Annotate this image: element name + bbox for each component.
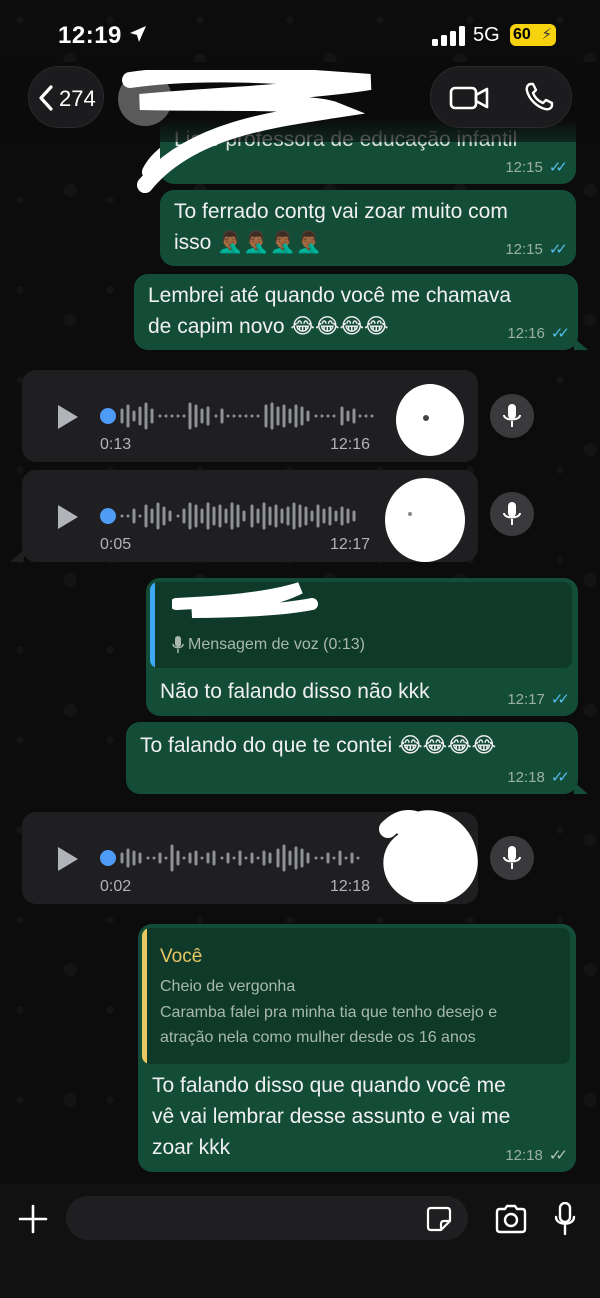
message-time: 12:15 xyxy=(505,241,543,258)
call-actions-overlay xyxy=(430,66,572,128)
message-time: 12:16 xyxy=(507,325,545,342)
battery-level: 60 xyxy=(513,26,531,43)
quote-accent-bar xyxy=(142,928,147,1064)
message-time: 12:17 xyxy=(507,691,545,708)
mic-icon xyxy=(503,846,521,869)
avatar-redaction-scribble xyxy=(385,478,465,562)
phone-icon[interactable] xyxy=(523,81,555,113)
quoted-sender-redaction xyxy=(172,582,318,618)
message-input[interactable] xyxy=(66,1196,468,1240)
message-meta: 12:15 ✓✓ xyxy=(505,240,568,258)
quoted-author: Você xyxy=(160,946,203,967)
read-ticks-icon: ✓✓ xyxy=(548,159,568,176)
message-meta: 12:18 ✓✓ xyxy=(505,1146,568,1164)
voice-duration: 0:13 xyxy=(100,436,132,453)
mic-badge xyxy=(490,836,534,880)
status-time: 12:19 xyxy=(58,22,122,49)
delivered-ticks-icon: ✓✓ xyxy=(548,1147,568,1164)
playback-position-dot[interactable] xyxy=(100,408,116,424)
voice-duration: 0:02 xyxy=(100,878,132,895)
message-time: 12:18 xyxy=(507,769,545,786)
message-time: 12:18 xyxy=(505,1147,543,1164)
plus-icon[interactable] xyxy=(18,1204,48,1234)
avatar-redaction-scribble xyxy=(379,810,478,902)
message-text-line: isso 🤦🏾‍♂️🤦🏾‍♂️🤦🏾‍♂️🤦🏾‍♂️ xyxy=(174,231,322,254)
camera-icon[interactable] xyxy=(494,1204,528,1234)
read-ticks-icon: ✓✓ xyxy=(548,241,568,258)
message-meta: 12:15 ✓✓ xyxy=(505,158,568,176)
message-meta: 12:17 ✓✓ xyxy=(507,690,570,708)
voice-waveform[interactable] xyxy=(118,500,368,532)
quoted-text-line: Cheio de vergonha xyxy=(160,978,296,995)
message-bubble-outgoing[interactable]: Você Cheio de vergonha Caramba falei pra… xyxy=(138,924,576,1172)
sticker-icon[interactable] xyxy=(426,1206,452,1232)
quoted-text-line: Caramba falei pra minha tia que tenho de… xyxy=(160,1004,498,1021)
voice-message-bubble[interactable]: 0:02 12:18 xyxy=(22,810,478,904)
message-time: 12:16 xyxy=(330,436,371,453)
voice-waveform[interactable] xyxy=(118,842,368,874)
read-ticks-icon: ✓✓ xyxy=(550,691,570,708)
quote-accent-bar xyxy=(150,582,155,668)
message-time: 12:18 xyxy=(330,878,371,895)
network-type: 5G xyxy=(473,24,500,46)
mic-icon xyxy=(503,502,521,525)
location-arrow-icon xyxy=(130,26,146,42)
voice-waveform[interactable] xyxy=(118,400,378,432)
charging-bolt-icon: ⚡ xyxy=(541,26,552,43)
message-text: Não to falando disso não kkk xyxy=(160,680,430,703)
avatar-redaction-scribble xyxy=(396,384,464,456)
quoted-text: Mensagem de voz (0:13) xyxy=(188,636,365,653)
video-call-icon[interactable] xyxy=(449,83,489,113)
play-icon[interactable] xyxy=(56,504,80,530)
status-bar: 12:19 5G 60 ⚡ xyxy=(0,0,600,62)
read-ticks-icon: ✓✓ xyxy=(550,769,570,786)
mic-icon xyxy=(172,636,184,653)
play-icon[interactable] xyxy=(56,404,80,430)
back-button-overlay[interactable]: 274 xyxy=(28,66,104,128)
message-text-line: To ferrado contg vai zoar muito com xyxy=(174,200,508,223)
message-text-line: Lembrei até quando você me chamava xyxy=(148,284,512,307)
voice-message-bubble[interactable]: 0:05 12:17 xyxy=(22,470,478,562)
message-meta: 12:18 ✓✓ xyxy=(507,768,570,786)
message-meta: 12:16 ✓✓ xyxy=(507,324,570,342)
message-text-line: de capim novo 😂😂😂😂 xyxy=(148,315,389,338)
message-bubble-outgoing[interactable]: Mensagem de voz (0:13) Não to falando di… xyxy=(146,578,578,716)
mic-icon xyxy=(503,404,521,427)
bubble-tail xyxy=(574,338,588,350)
bubble-tail xyxy=(574,782,588,794)
read-ticks-icon: ✓✓ xyxy=(550,325,570,342)
message-time: 12:17 xyxy=(330,536,371,553)
battery-indicator: 60 ⚡ xyxy=(510,24,556,46)
playback-position-dot[interactable] xyxy=(100,508,116,524)
message-bubble-outgoing[interactable]: To falando do que te contei 😂😂😂😂 12:18 ✓✓ xyxy=(126,722,578,794)
message-time: 12:15 xyxy=(505,159,543,176)
message-text: To falando do que te contei 😂😂😂😂 xyxy=(140,734,497,757)
message-text-line: zoar kkk xyxy=(152,1136,231,1159)
playback-position-dot[interactable] xyxy=(100,850,116,866)
message-text-line: To falando disso que quando você me xyxy=(152,1074,506,1097)
message-bubble-outgoing[interactable]: To ferrado contg vai zoar muito com isso… xyxy=(160,190,576,266)
message-bubble-outgoing[interactable]: Lembrei até quando você me chamava de ca… xyxy=(134,274,578,350)
reply-quote[interactable]: Mensagem de voz (0:13) xyxy=(150,582,572,668)
mic-icon[interactable] xyxy=(554,1202,576,1236)
play-icon[interactable] xyxy=(56,846,80,872)
reply-quote[interactable]: Você Cheio de vergonha Caramba falei pra… xyxy=(142,928,570,1064)
bubble-tail xyxy=(10,550,24,562)
composer-bar xyxy=(0,1184,600,1298)
voice-duration: 0:05 xyxy=(100,536,132,553)
chevron-left-icon xyxy=(39,85,53,111)
name-redaction-scribble xyxy=(122,70,372,193)
unread-count: 274 xyxy=(59,86,96,111)
voice-message-bubble[interactable]: 0:13 12:16 xyxy=(22,370,478,462)
signal-icon xyxy=(432,26,465,46)
quoted-text-line: atração nela como mulher desde os 16 ano… xyxy=(160,1029,476,1046)
mic-badge xyxy=(490,492,534,536)
mic-badge xyxy=(490,394,534,438)
message-text-line: vê vai lembrar desse assunto e vai me xyxy=(152,1105,511,1128)
